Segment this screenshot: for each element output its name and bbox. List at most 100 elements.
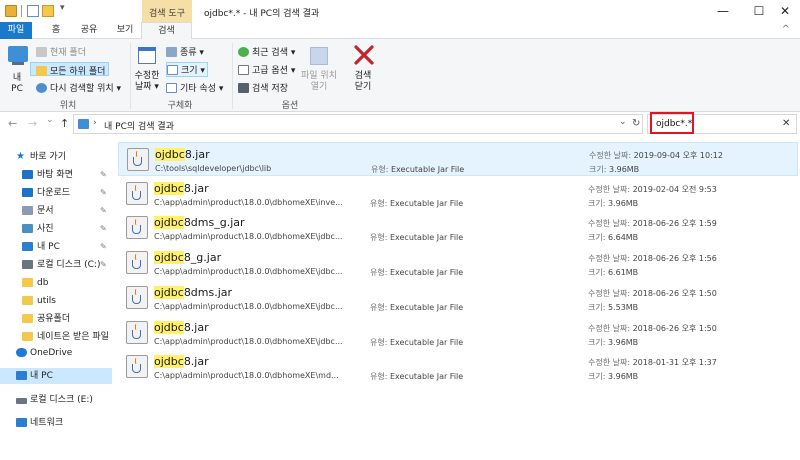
breadcrumb[interactable]: 내 PC의 검색 결과 (104, 119, 174, 132)
tab-home[interactable]: 홈 (44, 22, 68, 39)
pin-icon[interactable]: ✎ (100, 203, 107, 219)
file-name[interactable]: ojdbc8.jar (154, 320, 209, 334)
java-cup-icon (132, 364, 141, 374)
pin-icon[interactable]: ✎ (100, 239, 107, 255)
search-tools-context-tab: 검색 도구 (142, 0, 192, 22)
file-name[interactable]: ojdbc8.jar (155, 148, 210, 161)
file-date-value: 2018-06-26 오후 1:50 (632, 288, 717, 298)
current-folder-button[interactable]: 현재 폴더 (36, 45, 86, 58)
list-item[interactable]: ojdbc8.jar C:\app\admin\product\18.0.0\db… (118, 177, 798, 211)
advanced-options-button[interactable]: 고급 옵션 ▾ (238, 63, 295, 76)
search-again-button[interactable]: 다시 검색할 위치 ▾ (36, 81, 121, 94)
refresh-button[interactable]: ↻ (632, 118, 640, 129)
close-window-button[interactable]: ✕ (766, 0, 800, 22)
address-bar[interactable]: › 내 PC의 검색 결과 ⌄ ↻ (73, 114, 643, 134)
search-results-list: ojdbc8.jar C:\tools\sqldeveloper\jdbc\lib… (118, 142, 800, 460)
new-folder-icon[interactable] (42, 5, 54, 17)
up-button[interactable]: ↑ (60, 117, 69, 130)
pin-icon[interactable]: ✎ (100, 221, 107, 237)
tab-view[interactable]: 보기 (110, 22, 140, 39)
properties-icon[interactable] (27, 5, 39, 17)
sidebar-item[interactable]: 다운로드 ✎ (0, 185, 112, 201)
navigation-pane: ★ 바로 가기 OneDrive 내 PC 로컬 디스크 (E:) 네트워크 바… (0, 142, 113, 460)
file-path: C:\app\admin\product\18.0.0\dbhomeXE\jdb… (154, 232, 343, 242)
file-date-label: 수정한 날짜: (588, 358, 631, 368)
pin-icon[interactable]: ✎ (100, 185, 107, 201)
file-name[interactable]: ojdbc8.jar (154, 355, 209, 369)
sidebar-this-pc[interactable]: 내 PC (0, 368, 112, 384)
close-search-button[interactable]: 검색 닫기 (346, 71, 380, 93)
sidebar-item[interactable]: utils (0, 293, 112, 309)
file-size-value: 3.96MB (607, 372, 639, 382)
sidebar-item-label: 로컬 디스크 (E:) (30, 395, 93, 405)
sidebar-onedrive[interactable]: OneDrive (0, 345, 112, 361)
sidebar-network[interactable]: 네트워크 (0, 415, 112, 431)
file-name-rest: 8dms.jar (183, 285, 233, 299)
file-type-label: 유형: (370, 337, 388, 347)
date-modified-button[interactable]: 수정한 날짜 ▾ (131, 71, 163, 93)
file-date-value: 2018-06-26 오후 1:50 (632, 323, 717, 333)
tab-share[interactable]: 공유 (74, 22, 104, 39)
list-item[interactable]: ojdbc8.jar C:\app\admin\product\18.0.0\db… (118, 316, 798, 350)
sidebar-drive-e[interactable]: 로컬 디스크 (E:) (0, 392, 112, 408)
pin-icon[interactable]: ✎ (100, 257, 107, 273)
file-date-label: 수정한 날짜: (588, 288, 631, 298)
all-subfolders-button[interactable]: 모든 하위 폴더 (36, 64, 105, 77)
open-file-location-button[interactable]: 파일 위치 열기 (298, 71, 340, 93)
kind-button[interactable]: 종류 ▾ (166, 45, 204, 58)
list-item[interactable]: ojdbc8dms_g.jar C:\app\admin\product\18.0… (118, 211, 798, 245)
file-name-rest: 8.jar (183, 320, 209, 334)
minimize-button[interactable]: — (704, 0, 742, 22)
other-properties-label: 기타 속성 ▾ (180, 84, 224, 94)
file-path: C:\app\admin\product\18.0.0\dbhomeXE\jdb… (154, 336, 343, 346)
customize-toolbar-icon[interactable]: ▾ (60, 3, 65, 13)
file-size-label: 크기: (588, 302, 606, 312)
file-name[interactable]: ojdbc8dms_g.jar (154, 216, 245, 230)
sidebar-item[interactable]: 사진 ✎ (0, 221, 112, 237)
list-item[interactable]: ojdbc8.jar C:\tools\sqldeveloper\jdbc\lib… (118, 142, 798, 176)
collapse-ribbon-icon[interactable]: ^ (782, 24, 790, 35)
file-date: 수정한 날짜: 2019-02-04 오전 9:53 (588, 184, 717, 195)
file-date-label: 수정한 날짜: (589, 151, 632, 160)
sidebar-item-label: 내 PC (37, 242, 60, 252)
file-type-value: Executable Jar File (389, 337, 464, 347)
file-size: 크기: 3.96MB (588, 337, 638, 348)
sidebar-item[interactable]: db (0, 275, 112, 291)
tab-file[interactable]: 파일 (0, 22, 32, 39)
file-size: 크기: 3.96MB (588, 371, 638, 382)
sidebar-item[interactable]: 로컬 디스크 (C:) ✎ (0, 257, 112, 273)
list-item[interactable]: ojdbc8.jar C:\app\admin\product\18.0.0\db… (118, 350, 798, 384)
tab-search[interactable]: 검색 (141, 22, 192, 40)
back-button[interactable]: ← (8, 117, 17, 130)
address-dropdown-button[interactable]: ⌄ (619, 117, 627, 127)
sidebar-item[interactable]: 내 PC ✎ (0, 239, 112, 255)
sidebar-item[interactable]: 공유폴더 (0, 311, 112, 327)
this-pc-button[interactable]: 내 PC (4, 73, 30, 95)
match-highlight: ojdbc (154, 251, 184, 265)
folder-icon (22, 206, 33, 215)
sidebar-quick-access[interactable]: ★ 바로 가기 (0, 149, 112, 165)
sidebar-item[interactable]: 문서 ✎ (0, 203, 112, 219)
kind-icon (166, 47, 177, 57)
size-button[interactable]: 크기 ▾ (166, 62, 208, 77)
list-item[interactable]: ojdbc8dms.jar C:\app\admin\product\18.0.0… (118, 281, 798, 315)
list-item[interactable]: ojdbc8_g.jar C:\app\admin\product\18.0.0\… (118, 246, 798, 280)
file-date: 수정한 날짜: 2018-06-26 오후 1:59 (588, 218, 717, 229)
sidebar-item[interactable]: 네이트온 받은 파일 (0, 329, 112, 345)
other-properties-button[interactable]: 기타 속성 ▾ (166, 81, 223, 94)
file-name-rest: 8.jar (184, 148, 210, 161)
clear-search-button[interactable]: ✕ (782, 118, 790, 129)
pin-icon[interactable]: ✎ (100, 167, 107, 183)
recent-searches-button[interactable]: 최근 검색 ▾ (238, 45, 295, 58)
sidebar-item[interactable]: 바탕 화면 ✎ (0, 167, 112, 183)
file-name[interactable]: ojdbc8_g.jar (154, 251, 221, 265)
sidebar-item-label: 사진 (37, 224, 54, 234)
file-name[interactable]: ojdbc8.jar (154, 181, 209, 195)
forward-button[interactable]: → (28, 117, 37, 130)
breadcrumb-separator[interactable]: › (93, 118, 97, 128)
sidebar-item-label: OneDrive (30, 348, 73, 358)
recent-locations-button[interactable]: ⌄ (46, 115, 54, 125)
save-search-button[interactable]: 검색 저장 (238, 81, 288, 94)
network-icon (16, 418, 27, 427)
file-name[interactable]: ojdbc8dms.jar (154, 285, 233, 299)
